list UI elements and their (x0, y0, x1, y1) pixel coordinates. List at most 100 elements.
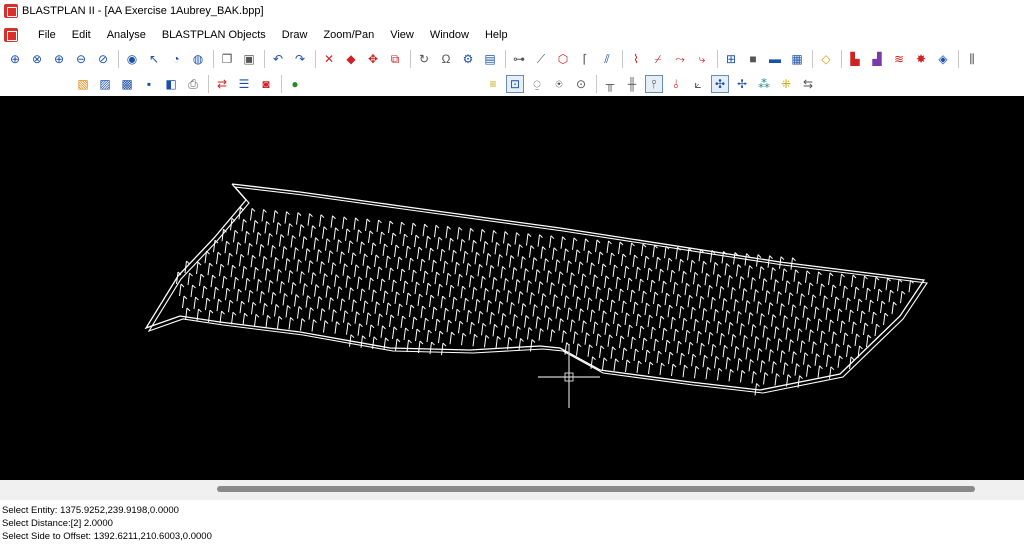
holes-b-icon[interactable]: ╫ (623, 75, 641, 93)
erase-icon[interactable]: ◆ (342, 50, 360, 68)
menu-analyse[interactable]: Analyse (99, 29, 154, 41)
zoom-extents-icon[interactable]: ⊕ (6, 50, 24, 68)
zoom-previous-icon[interactable]: ⊘ (94, 50, 112, 68)
link-icon[interactable]: ⊶ (510, 50, 528, 68)
compass-icon[interactable]: ✣ (711, 75, 729, 93)
earth-icon[interactable]: ● (286, 75, 304, 93)
blast-hole-flag (292, 235, 296, 239)
delete-icon[interactable]: ✕ (320, 50, 338, 68)
holes-d-icon[interactable]: ⫰ (667, 75, 685, 93)
offset-icon[interactable]: ⫽ (598, 50, 616, 68)
blast-hole-flag (658, 350, 662, 355)
refresh-icon[interactable]: ↻ (415, 50, 433, 68)
menu-file[interactable]: File (30, 29, 64, 41)
title-bar: BLASTPLAN II - [AA Exercise 1Aubrey_BAK.… (0, 0, 1024, 22)
blast-hole-marker (742, 335, 745, 348)
save-all-icon[interactable]: ◧ (162, 75, 180, 93)
menu-blastplan-objects[interactable]: BLASTPLAN Objects (154, 29, 274, 41)
sequence-icon[interactable]: ⇆ (799, 75, 817, 93)
report-icon[interactable]: ☰ (235, 75, 253, 93)
new-file-icon[interactable]: ▧ (74, 75, 92, 93)
image-icon[interactable]: ◙ (257, 75, 275, 93)
blast-hole-flag (286, 211, 290, 215)
menu-window[interactable]: Window (422, 29, 477, 41)
undo-icon[interactable]: ↶ (269, 50, 287, 68)
ruler-icon[interactable]: ▬ (766, 50, 784, 68)
blast-hole-marker (305, 295, 308, 308)
menu-help[interactable]: Help (477, 29, 516, 41)
shape-icon[interactable]: ◇ (817, 50, 835, 68)
split-icon[interactable]: ⤷ (693, 50, 711, 68)
marker-c-icon[interactable]: ⊙ (572, 75, 590, 93)
paste-icon[interactable]: ▣ (240, 50, 258, 68)
holes-c-icon[interactable]: ⫯ (645, 75, 663, 93)
pattern-icon[interactable]: ⊡ (506, 75, 524, 93)
drawing-canvas[interactable] (0, 96, 1024, 480)
scrollbar-thumb[interactable] (217, 486, 975, 492)
folder-icon[interactable]: ▩ (118, 75, 136, 93)
pick-icon[interactable]: ↖ (145, 50, 163, 68)
break-icon[interactable]: ⌇ (627, 50, 645, 68)
blast-hole-flag (473, 286, 478, 291)
document-icon[interactable] (4, 28, 18, 42)
stack-icon[interactable]: ≡ (484, 75, 502, 93)
app-icon[interactable] (4, 4, 18, 18)
layers-icon[interactable]: ▤ (481, 50, 499, 68)
blast-hole-flag (415, 234, 420, 239)
angle-icon[interactable]: ⟀ (689, 75, 707, 93)
blast-hole-marker (494, 242, 497, 255)
blast-hole-marker (262, 303, 265, 316)
open-file-icon[interactable]: ▨ (96, 75, 114, 93)
polygon-icon[interactable]: ⬡ (554, 50, 572, 68)
wave-icon[interactable]: ≋ (890, 50, 908, 68)
array-icon[interactable]: ⁜ (777, 75, 795, 93)
blast-hole-marker (506, 243, 509, 256)
rotate-view-icon[interactable]: ◔ (167, 50, 185, 68)
menu-draw[interactable]: Draw (274, 29, 316, 41)
blast-hole-marker (337, 286, 340, 299)
globe-view-icon[interactable]: ◍ (189, 50, 207, 68)
blast-hole-marker (880, 301, 883, 314)
blast-hole-marker (860, 310, 863, 324)
magnet-icon[interactable]: Ω (437, 50, 455, 68)
extend-icon[interactable]: ⤳ (671, 50, 689, 68)
table-icon[interactable]: ⊞ (722, 50, 740, 68)
fillet-icon[interactable]: ⌈ (576, 50, 594, 68)
horizontal-scrollbar[interactable] (0, 480, 1024, 500)
holes-a-icon[interactable]: ╥ (601, 75, 619, 93)
blast-hole-flag (312, 225, 316, 230)
menu-zoom-pan[interactable]: Zoom/Pan (315, 29, 382, 41)
zoom-window-icon[interactable]: ⊗ (28, 50, 46, 68)
palette-icon[interactable]: ◈ (934, 50, 952, 68)
copy-icon[interactable]: ❐ (218, 50, 236, 68)
blast-hole-marker (799, 293, 802, 306)
save-icon[interactable]: ▪ (140, 75, 158, 93)
blast-hole-marker (311, 319, 314, 332)
block-icon[interactable]: ■ (744, 50, 762, 68)
redo-icon[interactable]: ↷ (291, 50, 309, 68)
settings-icon[interactable]: ⚙ (459, 50, 477, 68)
zoom-in-icon[interactable]: ⊕ (50, 50, 68, 68)
blast-hole-flag (497, 335, 501, 340)
export-icon[interactable]: ⇄ (213, 75, 231, 93)
print-icon[interactable]: ⎙ (184, 75, 202, 93)
cross-icon[interactable]: ✢ (733, 75, 751, 93)
blast-hole-marker (609, 252, 612, 266)
burst-icon[interactable]: ✸ (912, 50, 930, 68)
copy-object-icon[interactable]: ⧉ (386, 50, 404, 68)
comb-icon[interactable]: ⫼ (963, 50, 981, 68)
blast-hole-marker (659, 362, 662, 376)
menu-edit[interactable]: Edit (64, 29, 99, 41)
line-icon[interactable]: ⟋ (532, 50, 550, 68)
pan-icon[interactable]: ◉ (123, 50, 141, 68)
grid-icon[interactable]: ▦ (788, 50, 806, 68)
chart-icon[interactable]: ▙ (846, 50, 864, 68)
histogram-icon[interactable]: ▟ (868, 50, 886, 68)
marker-a-icon[interactable]: ⍜ (528, 75, 546, 93)
grid-holes-icon[interactable]: ⁂ (755, 75, 773, 93)
menu-view[interactable]: View (382, 29, 422, 41)
trim-icon[interactable]: ⌿ (649, 50, 667, 68)
move-icon[interactable]: ✥ (364, 50, 382, 68)
marker-b-icon[interactable]: ⍟ (550, 75, 568, 93)
zoom-out-icon[interactable]: ⊖ (72, 50, 90, 68)
